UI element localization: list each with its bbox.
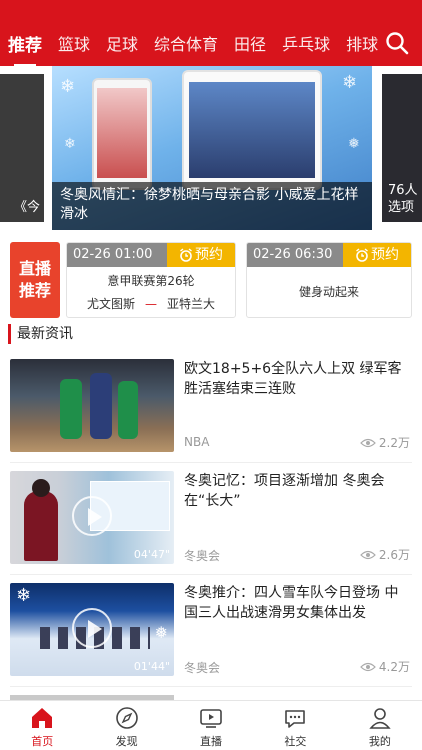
view-count-value: 2.2万	[378, 436, 410, 450]
reserve-label: 预约	[195, 247, 223, 263]
divider	[10, 462, 412, 463]
live-card[interactable]: 02-26 01:00 预约 意甲联赛第26轮 尤文图斯 — 亚特兰大	[66, 242, 236, 318]
section-title: 最新资讯	[8, 324, 73, 344]
tab-football[interactable]: 足球	[98, 31, 146, 55]
news-thumbnail: ❄ ❅ 01'44"	[10, 583, 174, 676]
news-source: NBA	[184, 435, 210, 449]
view-count-value: 4.2万	[378, 660, 410, 674]
tab-table-tennis[interactable]: 乒乓球	[274, 31, 338, 55]
view-count: 2.2万	[360, 434, 410, 451]
snowflake-icon: ❅	[154, 623, 168, 642]
live-card-header: 02-26 06:30 预约	[247, 243, 411, 267]
versus-dash: —	[145, 296, 157, 311]
tab-live[interactable]: 直播	[169, 701, 253, 750]
view-count: 4.2万	[360, 658, 410, 675]
live-card-header: 02-26 01:00 预约	[67, 243, 235, 267]
alarm-clock-icon	[180, 248, 192, 262]
news-title: 欧文18+5+6全队六人上双 绿军客胜活塞结束三连败	[184, 361, 402, 397]
news-source: 冬奥会	[184, 661, 221, 675]
banner-next-slide[interactable]: 76人 选项	[382, 74, 422, 222]
tab-athletics[interactable]: 田径	[226, 31, 274, 55]
snowflake-icon: ❄	[16, 585, 32, 606]
away-team: 亚特兰大	[167, 297, 216, 311]
news-thumbnail	[10, 359, 174, 452]
tv-icon	[200, 709, 222, 728]
tab-label: 首页	[31, 735, 54, 748]
reserve-label: 预约	[371, 247, 399, 263]
snowflake-icon: ❅	[348, 136, 360, 152]
banner-photo-left	[92, 78, 152, 190]
video-duration: 01'44"	[133, 660, 170, 673]
top-nav: 推荐 篮球 足球 综合体育 田径 乒乓球 排球	[0, 0, 422, 66]
tab-basketball[interactable]: 篮球	[50, 31, 98, 55]
banner-prev-slide[interactable]: 《今	[0, 74, 44, 222]
news-item[interactable]: 04'47" 冬奥记忆：项目逐渐增加 冬奥会在“长大” 冬奥会 2.6万	[10, 471, 412, 575]
banner-next-caption: 76人 选项	[388, 183, 418, 215]
tab-label: 直播	[200, 735, 223, 748]
banner-carousel[interactable]: 《今 ❄ ❄ ❄ ❅ 冬奥风情汇：徐梦桃晒与母亲合影 小威爱上花样滑冰 76人 …	[0, 66, 422, 230]
news-title: 冬奥记忆：项目逐渐增加 冬奥会在“长大”	[184, 473, 385, 509]
badge-line-1: 直播	[18, 259, 51, 278]
reserve-button[interactable]: 预约	[167, 243, 235, 267]
snowflake-icon: ❄	[64, 136, 76, 152]
tab-discover[interactable]: 发现	[84, 701, 168, 750]
banner-current-slide[interactable]: ❄ ❄ ❄ ❅ 冬奥风情汇：徐梦桃晒与母亲合影 小威爱上花样滑冰	[52, 66, 372, 230]
category-tabs: 推荐 篮球 足球 综合体育 田径 乒乓球 排球	[0, 24, 386, 66]
news-thumbnail: 04'47"	[10, 471, 174, 564]
chat-icon	[285, 710, 306, 728]
tab-label: 我的	[368, 735, 391, 748]
news-item[interactable]: ❄ ❅ 01'44" 冬奥推介：四人雪车队今日登场 中国三人出战速滑男女集体出发…	[10, 583, 412, 687]
reserve-button[interactable]: 预约	[343, 243, 411, 267]
banner-caption: 冬奥风情汇：徐梦桃晒与母亲合影 小威爱上花样滑冰	[52, 182, 372, 230]
news-item[interactable]: 欧文18+5+6全队六人上双 绿军客胜活塞结束三连败 NBA 2.2万	[10, 359, 412, 463]
tab-label: 社交	[284, 735, 307, 748]
tab-label: 发现	[115, 735, 138, 748]
news-source: 冬奥会	[184, 549, 221, 563]
tab-general-sports[interactable]: 综合体育	[146, 31, 226, 55]
tab-social[interactable]: 社交	[253, 701, 337, 750]
program-title: 健身动起来	[298, 285, 359, 299]
eye-icon	[360, 662, 376, 671]
badge-line-2: 推荐	[18, 281, 51, 300]
view-count: 2.6万	[360, 546, 410, 563]
tab-profile[interactable]: 我的	[338, 701, 422, 750]
home-team: 尤文图斯	[86, 297, 135, 311]
live-time: 02-26 06:30	[253, 247, 333, 262]
video-duration: 04'47"	[133, 548, 170, 561]
tab-recommend[interactable]: 推荐	[0, 31, 50, 66]
home-icon	[32, 708, 53, 728]
eye-icon	[360, 438, 376, 447]
tab-home[interactable]: 首页	[0, 701, 84, 750]
banner-prev-caption: 《今	[13, 200, 40, 215]
user-icon	[369, 708, 391, 729]
banner-photo-right	[182, 70, 322, 190]
live-recommend-badge: 直播 推荐	[10, 242, 60, 318]
live-time: 02-26 01:00	[73, 247, 153, 262]
search-icon[interactable]	[384, 30, 410, 56]
live-card[interactable]: 02-26 06:30 预约 健身动起来	[246, 242, 412, 318]
snowflake-icon: ❄	[342, 72, 358, 93]
compass-icon	[115, 707, 138, 729]
view-count-value: 2.6万	[378, 548, 410, 562]
divider	[10, 574, 412, 575]
snowflake-icon: ❄	[60, 76, 76, 97]
play-icon[interactable]	[72, 608, 112, 648]
eye-icon	[360, 550, 376, 559]
bottom-tab-bar: 首页 发现 直播 社交 我的	[0, 700, 422, 750]
alarm-clock-icon	[356, 248, 368, 262]
news-title: 冬奥推介：四人雪车队今日登场 中国三人出战速滑男女集体出发	[184, 585, 399, 621]
play-icon[interactable]	[72, 496, 112, 536]
tab-volleyball[interactable]: 排球	[338, 31, 386, 55]
divider	[10, 686, 412, 687]
match-league: 意甲联赛第26轮	[107, 274, 195, 288]
live-recommend-row: 直播 推荐 02-26 01:00 预约 意甲联赛第26轮 尤文图斯 — 亚特兰…	[10, 242, 412, 320]
